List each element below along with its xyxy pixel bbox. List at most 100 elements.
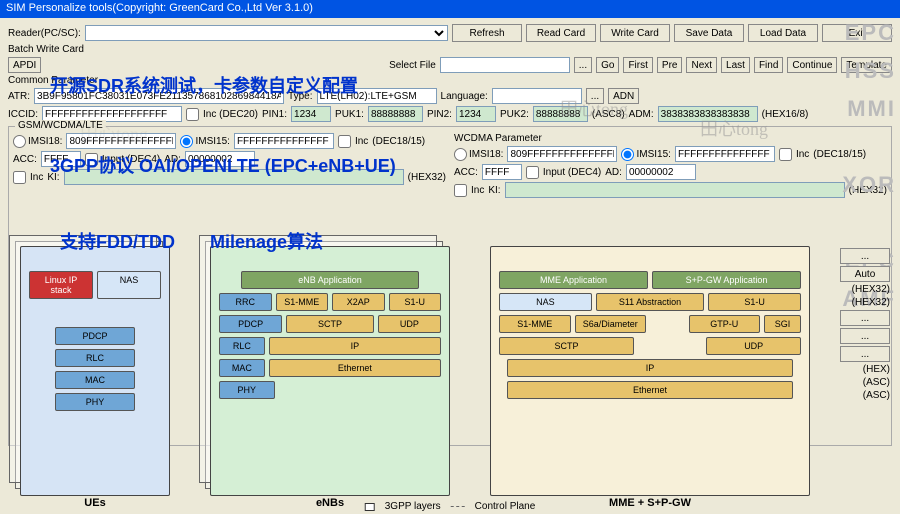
imsi-inc-checkbox-l[interactable] xyxy=(338,135,351,148)
sgi-block: SGI xyxy=(764,315,801,333)
save-data-button[interactable]: Save Data xyxy=(674,24,744,42)
enb-pdcp-block: PDCP xyxy=(219,315,282,333)
enb-ip-block: IP xyxy=(269,337,441,355)
go-button[interactable]: Go xyxy=(596,57,619,73)
enb-rlc-block: RLC xyxy=(219,337,265,355)
first-button[interactable]: First xyxy=(623,57,652,73)
enb-s1u-block: S1-U xyxy=(389,293,442,311)
architecture-diagram: Linux IP stackNAS PDCP RLC MAC PHY UEs e… xyxy=(20,246,860,496)
ki-input-r[interactable] xyxy=(505,182,845,198)
pin2-label: PIN2: xyxy=(427,109,452,120)
apdu-button[interactable]: APDI xyxy=(8,57,41,73)
load-data-button[interactable]: Load Data xyxy=(748,24,818,42)
enb-label: eNBs xyxy=(316,497,344,509)
ue-stack: Linux IP stackNAS PDCP RLC MAC PHY UEs xyxy=(20,246,170,496)
enb-mac-block: MAC xyxy=(219,359,265,377)
last-button[interactable]: Last xyxy=(721,57,750,73)
iccid-label: ICCID: xyxy=(8,109,38,120)
acc-input-r[interactable] xyxy=(482,164,522,180)
select-file-label: Select File xyxy=(389,60,436,71)
acc-label-l: ACC: xyxy=(13,154,37,165)
adm-label: ADM: xyxy=(629,109,654,120)
batch-label: Batch Write Card xyxy=(8,44,84,55)
gtpu-block: GTP-U xyxy=(689,315,761,333)
puk1-input[interactable] xyxy=(368,106,423,122)
epc-udp-block: UDP xyxy=(706,337,801,355)
atr-label: ATR: xyxy=(8,91,30,102)
linux-ip-block: Linux IP stack xyxy=(29,271,93,299)
imsi-inc-checkbox-r[interactable] xyxy=(779,148,792,161)
epc-stack: MME ApplicationS+P-GW Application NASS11… xyxy=(490,246,810,496)
epc-eth-block: Ethernet xyxy=(507,381,794,399)
ue-pdcp-block: PDCP xyxy=(55,327,134,345)
imsi15-label-l: IMSI15: xyxy=(195,136,229,147)
imsi15-radio-l[interactable] xyxy=(180,135,193,148)
enb-eth-block: Ethernet xyxy=(269,359,441,377)
ki-inc-checkbox-l[interactable] xyxy=(13,171,26,184)
language-label: Language: xyxy=(441,91,488,102)
watermark-1: 田心tong xyxy=(560,95,628,121)
pre-button[interactable]: Pre xyxy=(657,57,683,73)
enb-app-block: eNB Application xyxy=(241,271,419,289)
browse-button[interactable]: ... xyxy=(574,57,592,73)
ue-phy-block: PHY xyxy=(55,393,134,411)
reader-label: Reader(PC/SC): xyxy=(8,28,81,39)
enb-x2ap-block: X2AP xyxy=(332,293,385,311)
enb-s1mme-block: S1-MME xyxy=(276,293,329,311)
s6a-block: S6a/Diameter xyxy=(575,315,647,333)
continue-button[interactable]: Continue xyxy=(787,57,837,73)
s11-block: S11 Abstraction xyxy=(596,293,705,311)
imsi18-input-r[interactable] xyxy=(507,146,617,162)
window-title: SIM Personalize tools(Copyright: GreenCa… xyxy=(0,0,900,18)
epc-s1u-block: S1-U xyxy=(708,293,801,311)
overlay-line1: 开源SDR系统测试，卡参数自定义配置 xyxy=(50,72,358,98)
acc-input-checkbox-r[interactable] xyxy=(526,166,539,179)
mme-app-block: MME Application xyxy=(499,271,648,289)
spgw-app-block: S+P-GW Application xyxy=(652,271,801,289)
write-card-button[interactable]: Write Card xyxy=(600,24,670,42)
overlay-line3a: 支持FDD/TDD xyxy=(60,228,175,254)
ue-mac-block: MAC xyxy=(55,371,134,389)
overlay-line2: 3GPP协议 OAI/OPENLTE (EPC+eNB+UE) xyxy=(50,152,396,178)
imsi15-input-l[interactable] xyxy=(234,133,334,149)
ad-input-r[interactable] xyxy=(626,164,696,180)
enb-stack: eNB Application RRCS1-MMEX2APS1-U PDCPSC… xyxy=(210,246,450,496)
enb-udp-block: UDP xyxy=(378,315,441,333)
imsi18-radio-l[interactable] xyxy=(13,135,26,148)
reader-select[interactable] xyxy=(85,25,448,41)
epc-s1mme-block: S1-MME xyxy=(499,315,571,333)
epc-ip-block: IP xyxy=(507,359,794,377)
watermark-2: 田心tong xyxy=(700,115,768,141)
pin1-label: PIN1: xyxy=(262,109,287,120)
refresh-button[interactable]: Refresh xyxy=(452,24,522,42)
imsi15-radio-r[interactable] xyxy=(621,148,634,161)
watermark-5: 田心tong xyxy=(80,120,148,146)
ue-rlc-block: RLC xyxy=(55,349,134,367)
enb-phy-block: PHY xyxy=(219,381,275,399)
overlay-line3b: Milenage算法 xyxy=(210,228,323,254)
pin2-input[interactable] xyxy=(456,106,496,122)
wcdma-param-label: WCDMA Parameter xyxy=(454,133,542,144)
select-file-input[interactable] xyxy=(440,57,570,73)
ue-nas-block: NAS xyxy=(97,271,161,299)
enb-sctp-block: SCTP xyxy=(286,315,374,333)
find-button[interactable]: Find xyxy=(754,57,783,73)
puk2-label: PUK2: xyxy=(500,109,529,120)
ue-label: UEs xyxy=(84,497,105,509)
imsi15-input-r[interactable] xyxy=(675,146,775,162)
read-card-button[interactable]: Read Card xyxy=(526,24,596,42)
puk1-label: PUK1: xyxy=(335,109,364,120)
iccid-inc-checkbox[interactable] xyxy=(186,108,199,121)
epc-sctp-block: SCTP xyxy=(499,337,634,355)
next-button[interactable]: Next xyxy=(686,57,717,73)
imsi18-label-l: IMSI18: xyxy=(28,136,62,147)
inc-dec20-label: Inc (DEC20) xyxy=(203,109,258,120)
epc-label: MME + S+P-GW xyxy=(609,497,691,509)
enb-rrc-block: RRC xyxy=(219,293,272,311)
ki-inc-checkbox-r[interactable] xyxy=(454,184,467,197)
imsi18-radio-r[interactable] xyxy=(454,148,467,161)
epc-nas-block: NAS xyxy=(499,293,592,311)
hex16-label: (HEX16/8) xyxy=(762,109,809,120)
pin1-input[interactable] xyxy=(291,106,331,122)
diagram-legend: 3GPP layers Control Plane xyxy=(365,501,536,512)
